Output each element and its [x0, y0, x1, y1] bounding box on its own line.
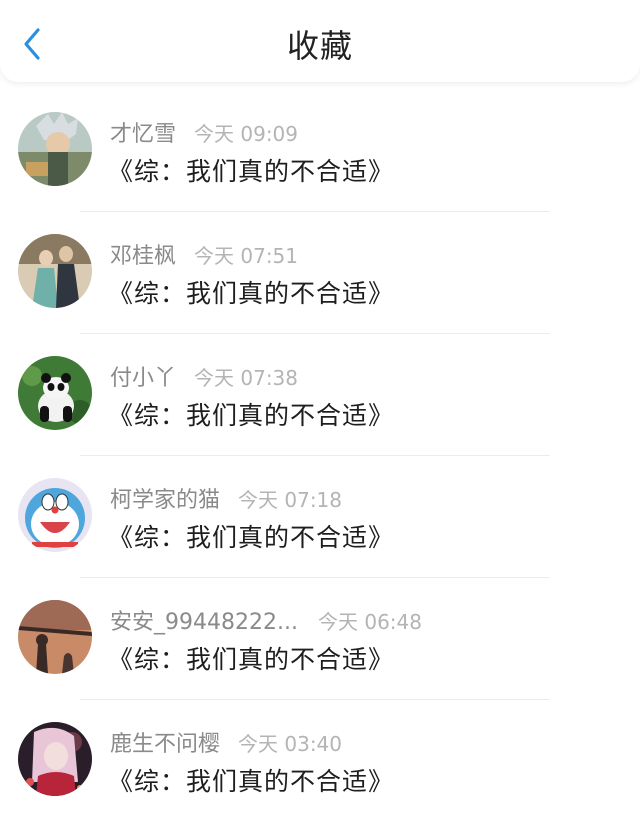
user-name: 邓桂枫 — [110, 244, 177, 269]
timestamp: 今天 07:18 — [238, 488, 343, 512]
list-item[interactable]: 柯学家的猫 今天 07:18 《综：我们真的不合适》 — [0, 456, 640, 578]
timestamp: 今天 09:09 — [194, 122, 299, 146]
avatar[interactable] — [18, 356, 92, 430]
avatar[interactable] — [18, 478, 92, 552]
header-bar: 收藏 — [0, 0, 640, 82]
couple-photo-avatar — [18, 234, 92, 308]
panda-avatar — [18, 356, 92, 430]
book-title: 《综：我们真的不合适》 — [108, 279, 395, 308]
list-item[interactable]: 付小丫 今天 07:38 《综：我们真的不合适》 — [0, 334, 640, 456]
user-name: 安安_99448222... — [110, 610, 298, 635]
timestamp: 今天 07:38 — [194, 366, 299, 390]
avatar[interactable] — [18, 600, 92, 674]
list-item[interactable]: 安安_99448222... 今天 06:48 《综：我们真的不合适》 — [0, 578, 640, 700]
book-title: 《综：我们真的不合适》 — [108, 767, 395, 796]
list-item[interactable]: 邓桂枫 今天 07:51 《综：我们真的不合适》 — [0, 212, 640, 334]
book-title: 《综：我们真的不合适》 — [108, 157, 395, 186]
anime-character-avatar — [18, 112, 92, 186]
user-name: 柯学家的猫 — [110, 488, 221, 513]
avatar[interactable] — [18, 234, 92, 308]
book-title: 《综：我们真的不合适》 — [108, 401, 395, 430]
user-name: 鹿生不问樱 — [110, 732, 221, 757]
book-title: 《综：我们真的不合适》 — [108, 645, 395, 674]
doraemon-avatar — [18, 478, 92, 552]
favorites-list: 才忆雪 今天 09:09 《综：我们真的不合适》 邓桂枫 今天 07:51 《综… — [0, 90, 640, 814]
avatar[interactable] — [18, 112, 92, 186]
list-item[interactable]: 鹿生不问樱 今天 03:40 《综：我们真的不合适》 — [0, 700, 640, 814]
timestamp: 今天 03:40 — [238, 732, 343, 756]
timestamp: 今天 07:51 — [194, 244, 299, 268]
sunset-silhouette-avatar — [18, 600, 92, 674]
list-item[interactable]: 才忆雪 今天 09:09 《综：我们真的不合适》 — [0, 90, 640, 212]
user-name: 才忆雪 — [110, 122, 177, 147]
user-name: 付小丫 — [110, 366, 177, 391]
avatar[interactable] — [18, 722, 92, 796]
book-title: 《综：我们真的不合适》 — [108, 523, 395, 552]
anime-girl-avatar — [18, 722, 92, 796]
timestamp: 今天 06:48 — [318, 610, 422, 634]
page-title: 收藏 — [286, 27, 353, 65]
